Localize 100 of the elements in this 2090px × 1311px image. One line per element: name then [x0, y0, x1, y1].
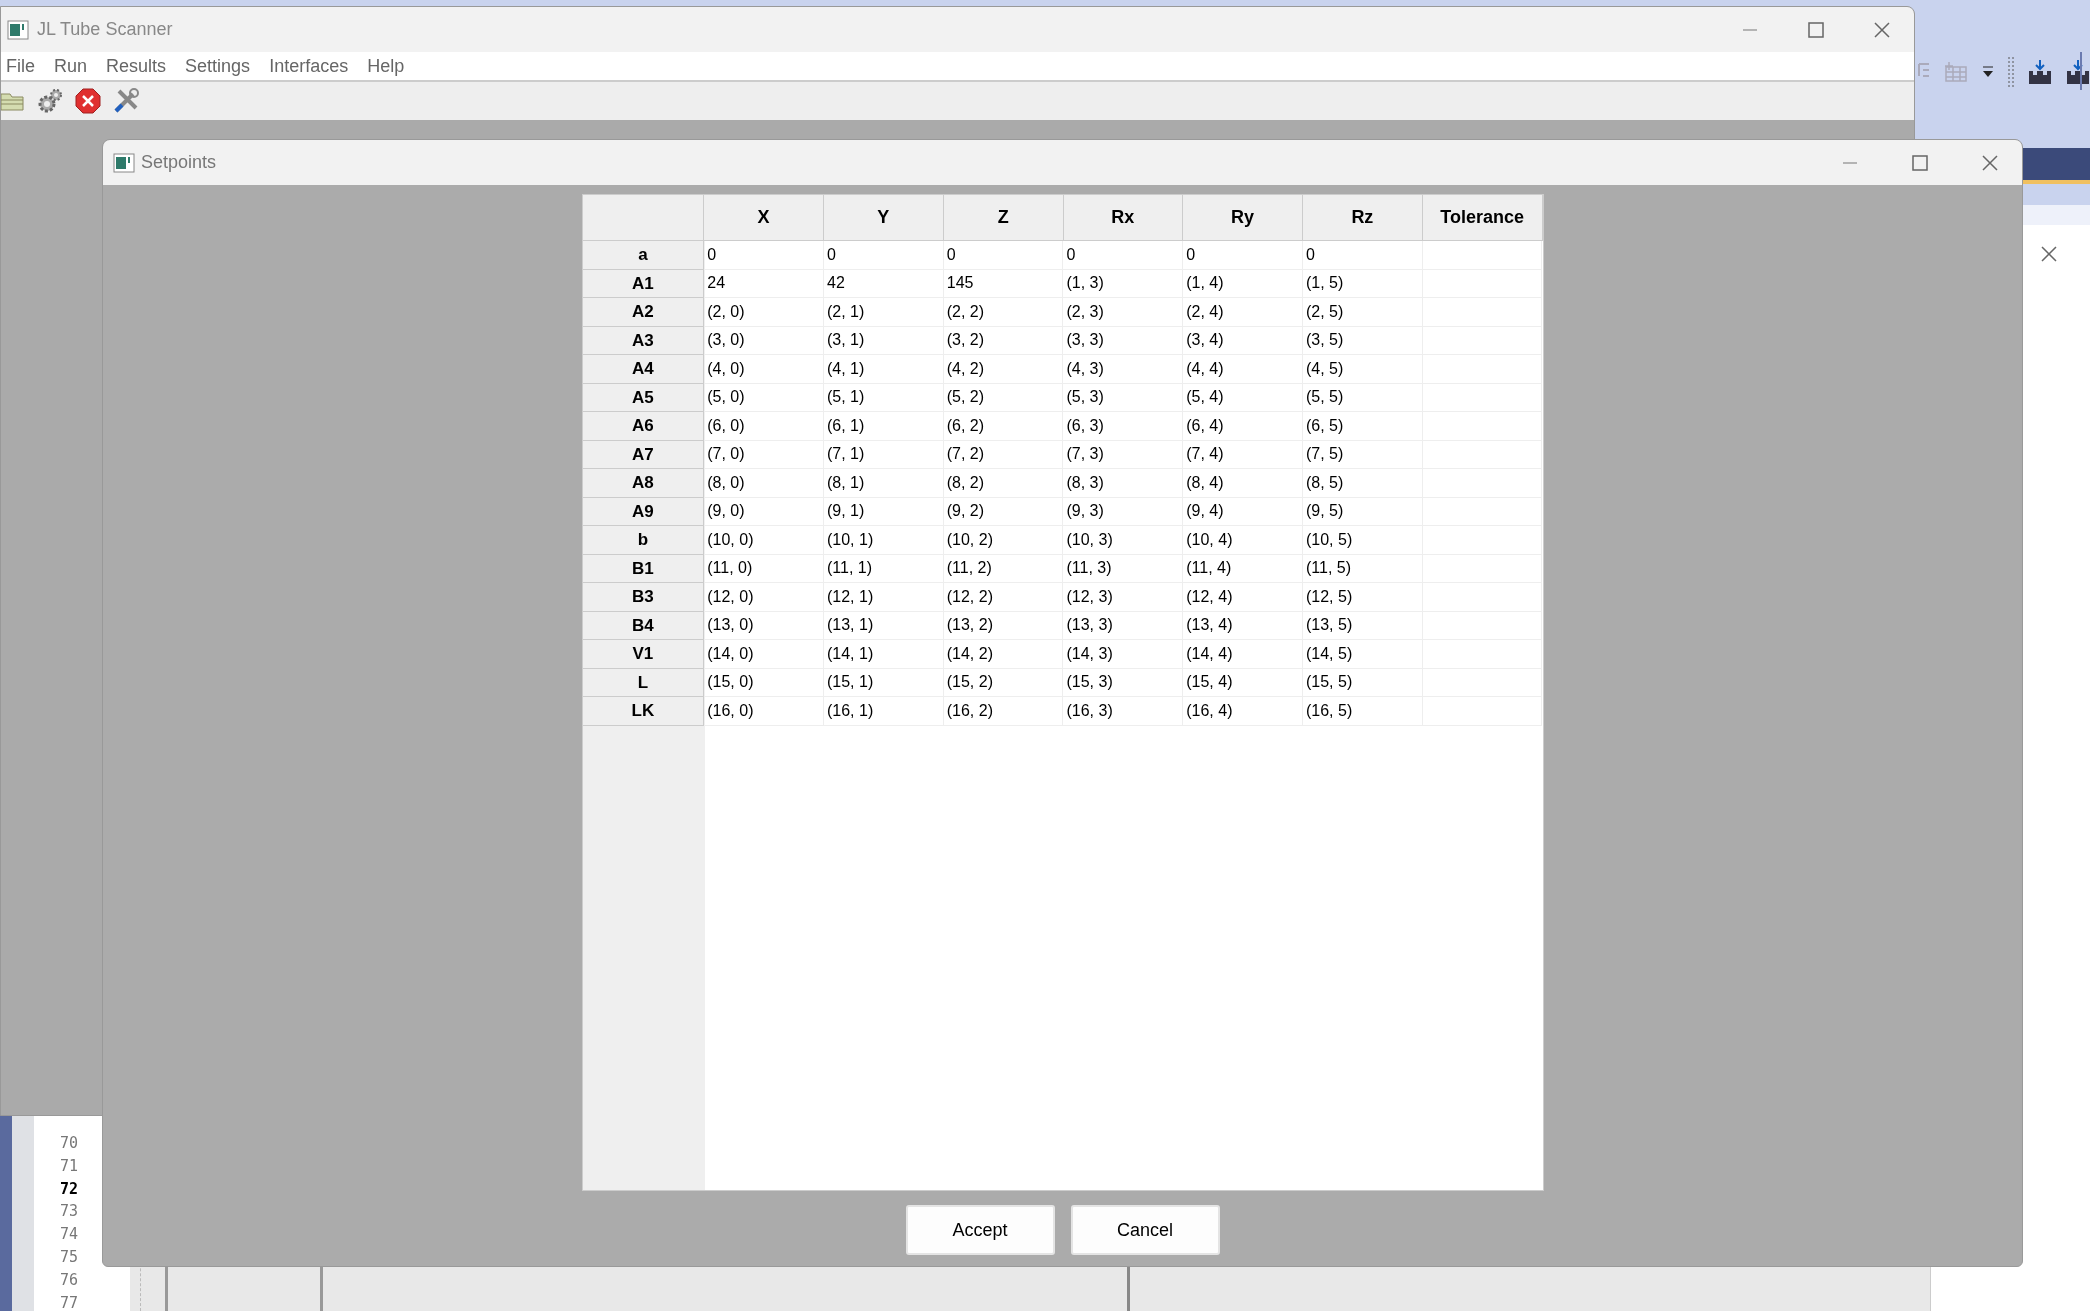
- table-cell[interactable]: (10, 5): [1303, 526, 1423, 555]
- table-cell[interactable]: (13, 2): [943, 611, 1064, 640]
- menu-item[interactable]: File: [2, 52, 39, 80]
- dialog-button[interactable]: Accept: [905, 1205, 1055, 1255]
- column-header[interactable]: Rx: [1063, 195, 1184, 241]
- table-cell[interactable]: (9, 5): [1303, 497, 1423, 526]
- table-cell[interactable]: (13, 1): [824, 611, 944, 640]
- table-cell[interactable]: (1, 3): [1063, 269, 1184, 298]
- column-header[interactable]: X: [704, 195, 824, 241]
- maximize-icon[interactable]: [1912, 154, 1928, 171]
- table-cell[interactable]: (10, 0): [704, 526, 824, 555]
- empty-cell[interactable]: [1422, 326, 1543, 355]
- empty-cell[interactable]: [1422, 383, 1543, 412]
- table-cell[interactable]: (1, 5): [1303, 269, 1423, 298]
- table-cell[interactable]: (16, 1): [824, 697, 944, 726]
- table-cell[interactable]: (16, 4): [1183, 697, 1303, 726]
- menu-item[interactable]: Run: [50, 52, 92, 80]
- table-cell[interactable]: (8, 0): [704, 469, 824, 498]
- table-cell[interactable]: (6, 2): [943, 412, 1064, 441]
- menu-item[interactable]: Results: [102, 52, 171, 80]
- table-cell[interactable]: (12, 0): [704, 583, 824, 612]
- gear-icon[interactable]: [37, 88, 63, 114]
- empty-cell[interactable]: [1422, 269, 1543, 298]
- empty-cell[interactable]: [1422, 355, 1543, 384]
- table-cell[interactable]: (3, 2): [943, 326, 1064, 355]
- empty-cell[interactable]: [1422, 412, 1543, 441]
- menu-item[interactable]: Interfaces: [265, 52, 353, 80]
- table-cell[interactable]: (2, 2): [943, 298, 1064, 327]
- table-cell[interactable]: (2, 3): [1063, 298, 1184, 327]
- close-icon[interactable]: [1874, 21, 1890, 38]
- caret-icon[interactable]: [1982, 65, 1994, 79]
- table-cell[interactable]: (3, 4): [1183, 326, 1303, 355]
- empty-cell[interactable]: [1422, 526, 1543, 555]
- table-cell[interactable]: (15, 1): [824, 668, 944, 697]
- table-cell[interactable]: (10, 1): [824, 526, 944, 555]
- table-cell[interactable]: (13, 5): [1303, 611, 1423, 640]
- table-cell[interactable]: (5, 1): [824, 383, 944, 412]
- table-cell[interactable]: (7, 3): [1063, 440, 1184, 469]
- table-cell[interactable]: 0: [943, 241, 1064, 270]
- table-cell[interactable]: 0: [1063, 241, 1184, 270]
- menu-item[interactable]: Settings: [181, 52, 255, 80]
- table-cell[interactable]: 0: [1183, 241, 1303, 270]
- download-icon[interactable]: [2066, 59, 2090, 85]
- table-cell[interactable]: (2, 5): [1303, 298, 1423, 327]
- table-cell[interactable]: (15, 4): [1183, 668, 1303, 697]
- table-cell[interactable]: (12, 1): [824, 583, 944, 612]
- table-cell[interactable]: (7, 1): [824, 440, 944, 469]
- table-cell[interactable]: (9, 4): [1183, 497, 1303, 526]
- table-cell[interactable]: (7, 5): [1303, 440, 1423, 469]
- table-cell[interactable]: (16, 2): [943, 697, 1064, 726]
- table-cell[interactable]: (8, 5): [1303, 469, 1423, 498]
- dialog-button[interactable]: Cancel: [1070, 1205, 1220, 1255]
- folder-icon[interactable]: [1, 90, 25, 112]
- table-cell[interactable]: (14, 5): [1303, 640, 1423, 669]
- table-cell[interactable]: (14, 2): [943, 640, 1064, 669]
- table-cell[interactable]: (4, 4): [1183, 355, 1303, 384]
- empty-cell[interactable]: [1422, 554, 1543, 583]
- empty-cell[interactable]: [1422, 440, 1543, 469]
- table-cell[interactable]: (4, 3): [1063, 355, 1184, 384]
- close-icon[interactable]: [2040, 245, 2058, 263]
- table-cell[interactable]: (13, 4): [1183, 611, 1303, 640]
- table-cell[interactable]: (7, 0): [704, 440, 824, 469]
- table-cell[interactable]: (6, 0): [704, 412, 824, 441]
- table-cell[interactable]: (9, 2): [943, 497, 1064, 526]
- table-cell[interactable]: (6, 4): [1183, 412, 1303, 441]
- table-cell[interactable]: (8, 4): [1183, 469, 1303, 498]
- table-cell[interactable]: (11, 0): [704, 554, 824, 583]
- table-cell[interactable]: (6, 3): [1063, 412, 1184, 441]
- table-cell[interactable]: (10, 2): [943, 526, 1064, 555]
- table-cell[interactable]: (3, 3): [1063, 326, 1184, 355]
- table-cell[interactable]: (7, 4): [1183, 440, 1303, 469]
- table-cell[interactable]: (9, 1): [824, 497, 944, 526]
- table-cell[interactable]: (8, 3): [1063, 469, 1184, 498]
- table-cell[interactable]: (13, 3): [1063, 611, 1184, 640]
- empty-cell[interactable]: [1422, 611, 1543, 640]
- column-header[interactable]: Rz: [1303, 195, 1423, 241]
- table-cell[interactable]: (1, 4): [1183, 269, 1303, 298]
- empty-cell[interactable]: [1422, 497, 1543, 526]
- table-cell[interactable]: (10, 4): [1183, 526, 1303, 555]
- table-cell[interactable]: (11, 4): [1183, 554, 1303, 583]
- table-cell[interactable]: 42: [824, 269, 944, 298]
- table-cell[interactable]: (4, 1): [824, 355, 944, 384]
- table-cell[interactable]: (11, 3): [1063, 554, 1184, 583]
- table-cell[interactable]: (12, 3): [1063, 583, 1184, 612]
- table-cell[interactable]: (11, 1): [824, 554, 944, 583]
- stop-icon[interactable]: [75, 88, 101, 114]
- table-cell[interactable]: (12, 2): [943, 583, 1064, 612]
- table-cell[interactable]: (6, 5): [1303, 412, 1423, 441]
- table-cell[interactable]: (13, 0): [704, 611, 824, 640]
- table-cell[interactable]: (2, 4): [1183, 298, 1303, 327]
- table-cell[interactable]: (3, 5): [1303, 326, 1423, 355]
- table-cell[interactable]: (5, 0): [704, 383, 824, 412]
- table-cell[interactable]: (15, 5): [1303, 668, 1423, 697]
- table-cell[interactable]: 0: [704, 241, 824, 270]
- table-cell[interactable]: (4, 5): [1303, 355, 1423, 384]
- table-cell[interactable]: (8, 2): [943, 469, 1064, 498]
- table-cell[interactable]: (9, 0): [704, 497, 824, 526]
- table-cell[interactable]: (4, 0): [704, 355, 824, 384]
- table-cell[interactable]: (5, 2): [943, 383, 1064, 412]
- table-cell[interactable]: 145: [943, 269, 1064, 298]
